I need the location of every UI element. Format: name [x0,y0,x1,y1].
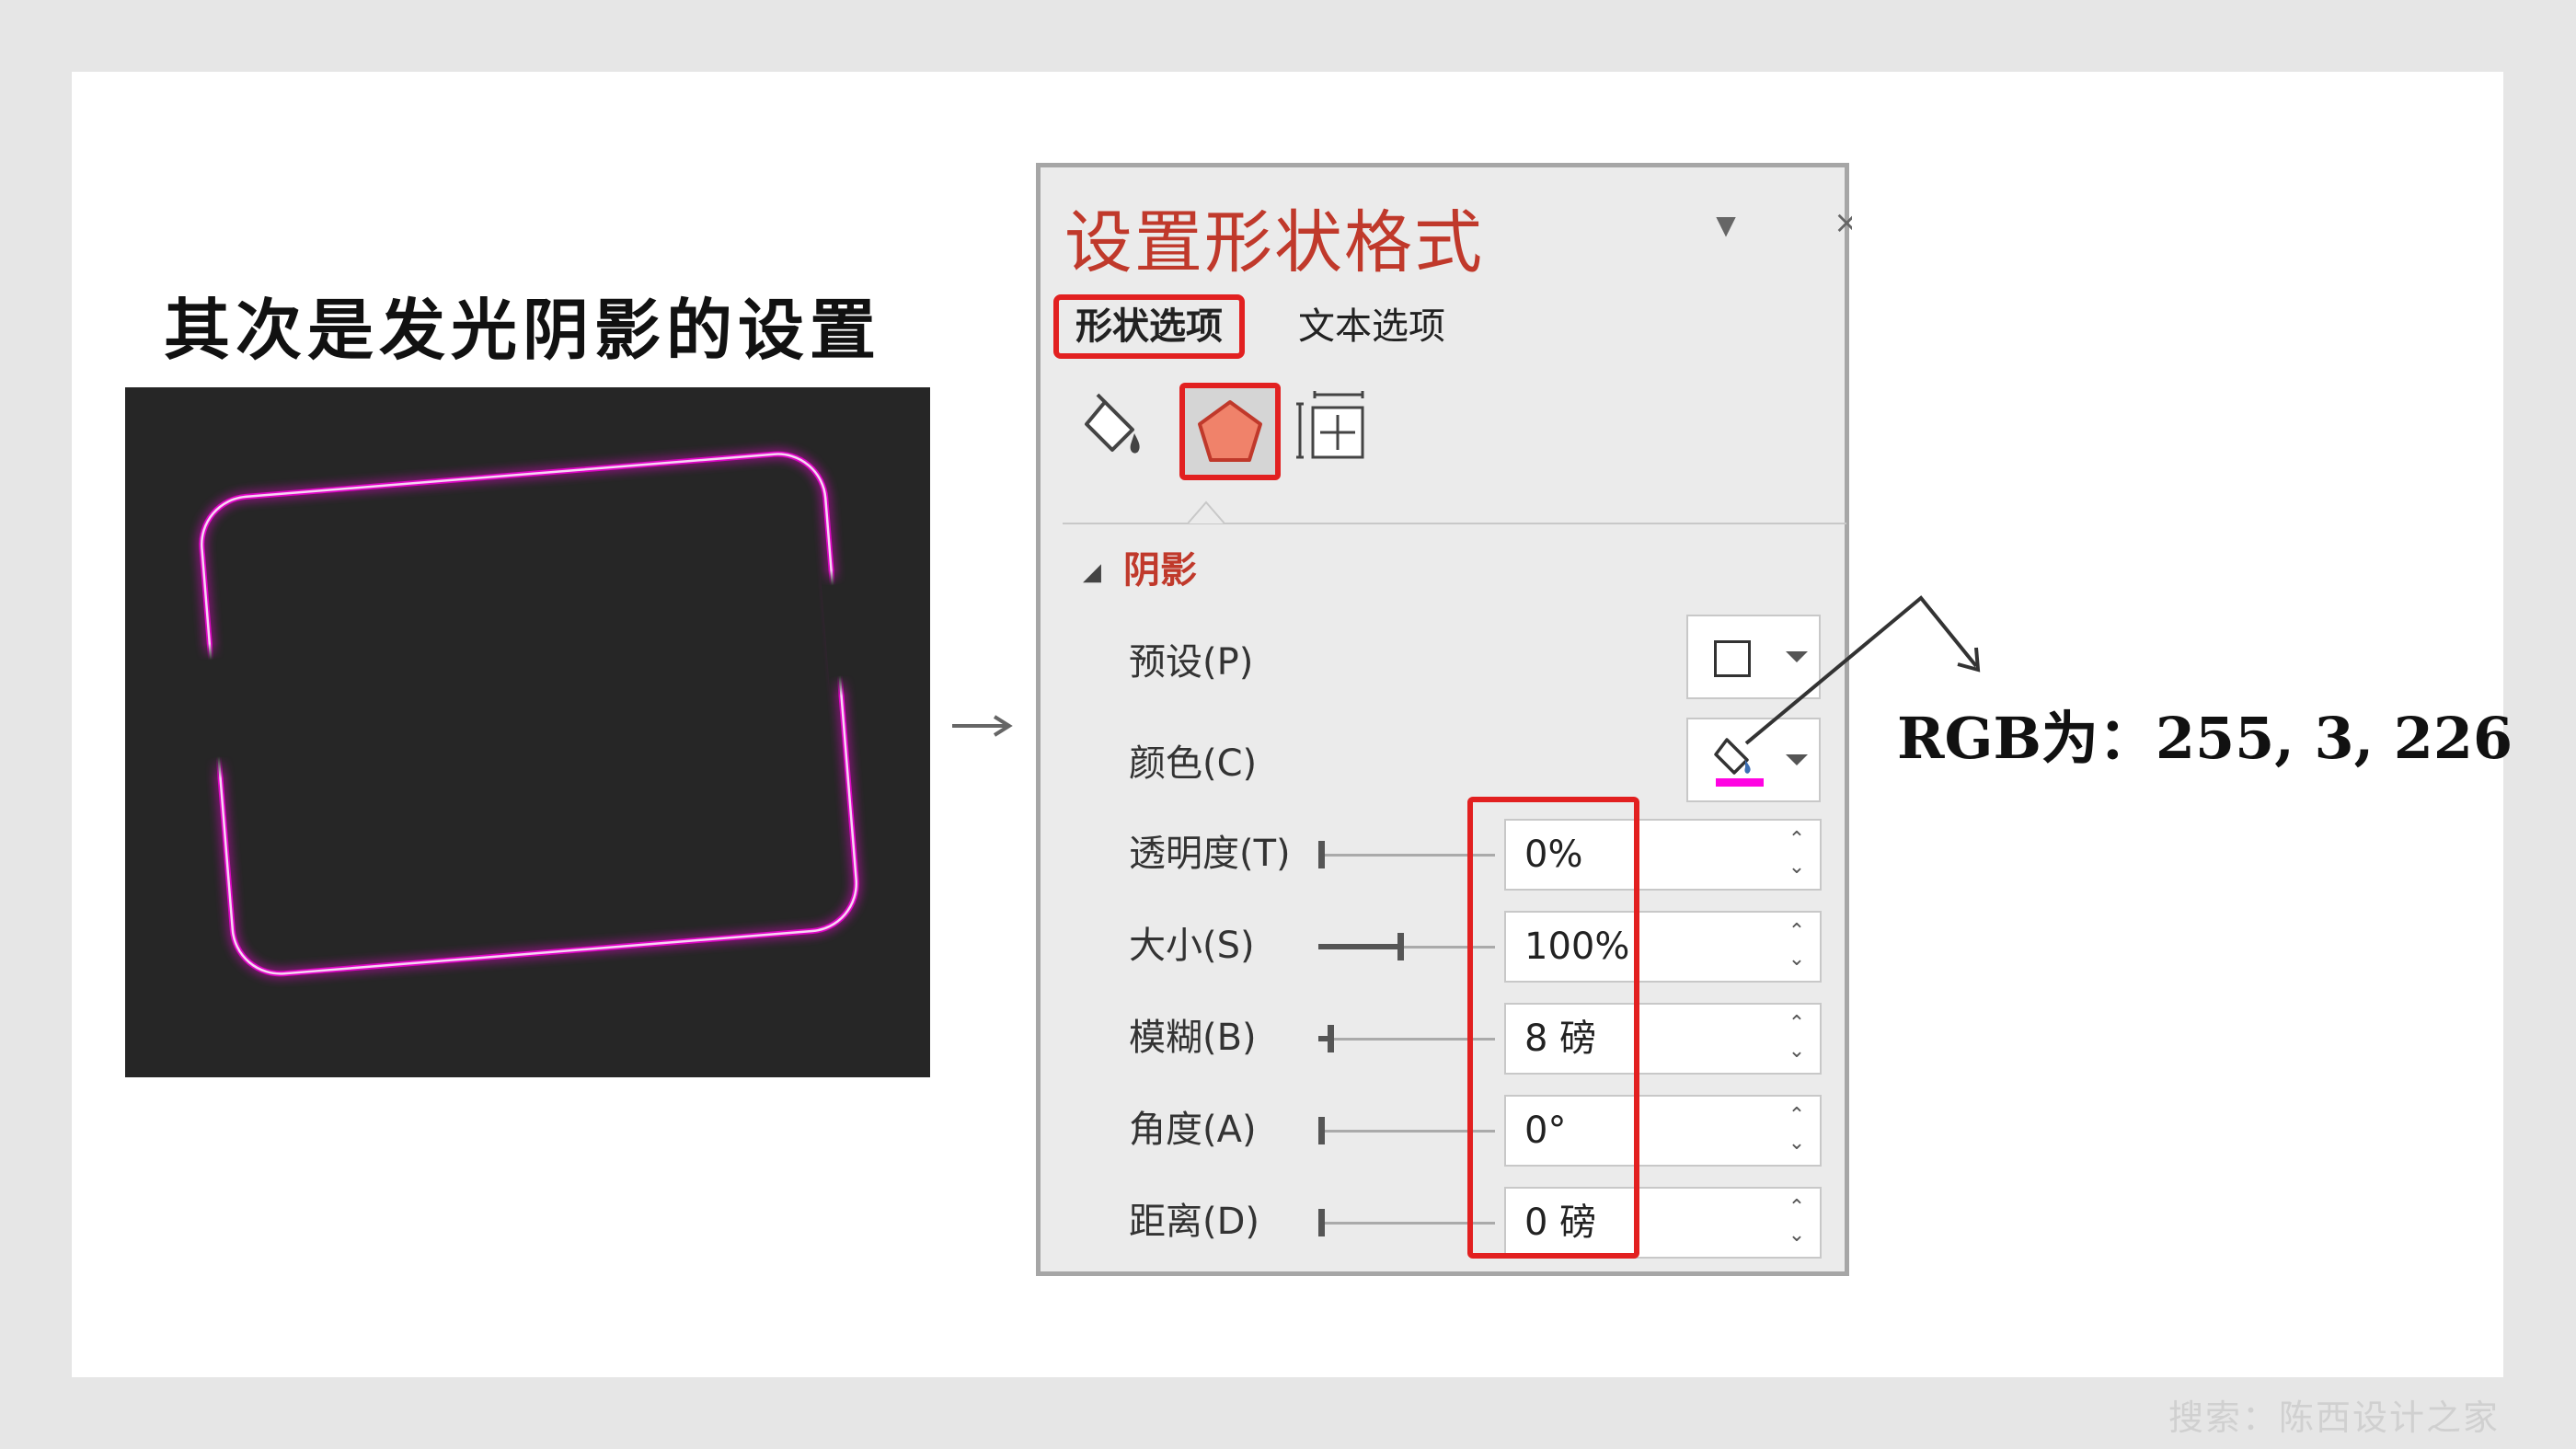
angle-label: 角度(A) [1129,1109,1257,1151]
watermark: 搜索：陈西设计之家 [2168,1397,2501,1438]
color-label: 颜色(C) [1129,742,1258,785]
size-properties-icon[interactable] [1289,385,1374,470]
pane-options-chevron-icon[interactable]: ▼ [1710,210,1742,241]
effects-pentagon-icon[interactable] [1179,383,1281,480]
right-arrow-icon [952,715,1013,737]
transparency-label: 透明度(T) [1129,833,1291,875]
values-highlight-box [1467,797,1639,1259]
spin-arrows-icon[interactable]: ⌃ ⌄ [1783,1102,1811,1161]
active-tab-notch-icon [1188,500,1225,524]
glow-shape-preview [125,387,930,1077]
glowing-rounded-rect [199,451,859,977]
fill-line-icon[interactable] [1072,385,1156,470]
color-swatch [1716,778,1764,787]
shadow-section-header[interactable]: ◢ 阴影 [1083,545,1197,598]
distance-label: 距离(D) [1129,1201,1260,1243]
spin-arrows-icon[interactable]: ⌃ ⌄ [1783,918,1811,977]
spin-arrows-icon[interactable]: ⌃ ⌄ [1783,826,1811,885]
pane-title: 设置形状格式 [1064,203,1484,282]
tab-shape-options[interactable]: 形状选项 [1053,294,1245,359]
preset-label: 预设(P) [1129,641,1254,684]
tab-text-options[interactable]: 文本选项 [1282,294,1462,359]
close-icon[interactable]: × [1834,204,1852,241]
collapse-triangle-icon[interactable]: ◢ [1083,558,1101,586]
spin-arrows-icon[interactable]: ⌃ ⌄ [1783,1010,1811,1069]
format-shape-pane: 设置形状格式 ▼ × 形状选项 文本选项 ◢ 阴影 预设(P) 颜色(C) 透明… [1036,163,1852,1276]
spin-arrows-icon[interactable]: ⌃ ⌄ [1783,1194,1811,1253]
size-label: 大小(S) [1129,925,1255,967]
section-divider [1063,523,1846,524]
blur-label: 模糊(B) [1129,1017,1257,1059]
shadow-section-title: 阴影 [1123,549,1197,592]
rgb-annotation: RGB为：255, 3, 226 [1897,705,2513,772]
slide-headline: 其次是发光阴影的设置 [164,291,882,369]
